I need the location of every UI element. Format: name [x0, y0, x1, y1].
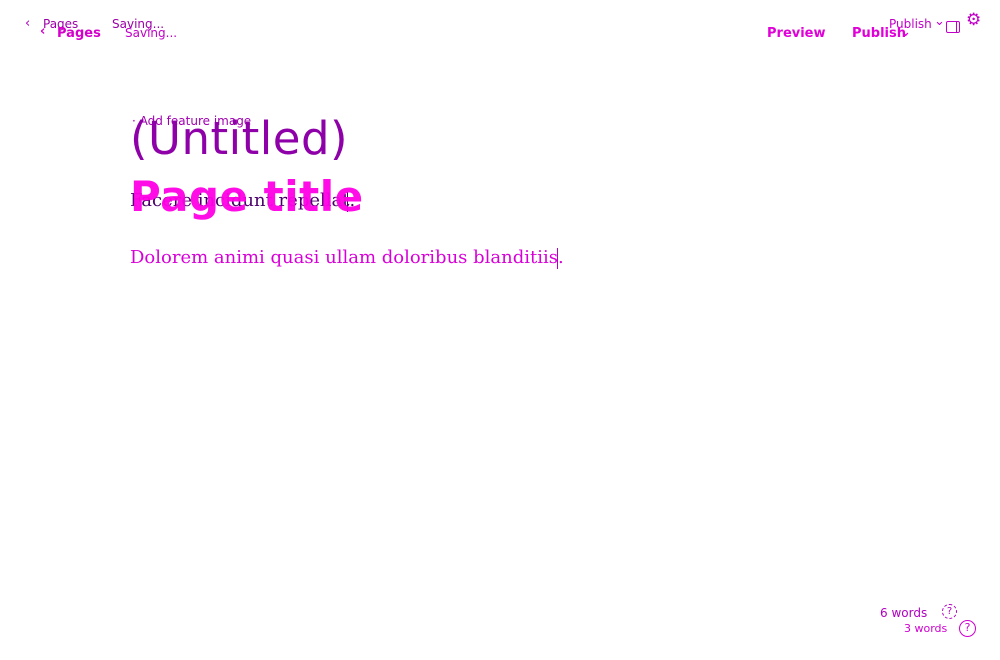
text-cursor: [557, 248, 558, 269]
word-count: 3 words: [904, 622, 948, 635]
help-icon[interactable]: ?: [959, 620, 976, 637]
back-chevron-icon[interactable]: ‹: [40, 24, 45, 39]
page-title-input[interactable]: Page title: [130, 172, 364, 221]
saving-status: Saving...: [125, 26, 178, 40]
paragraph-block[interactable]: Dolorem animi quasi ullam doloribus blan…: [130, 247, 564, 268]
preview-button[interactable]: Preview: [767, 26, 826, 41]
pages-link[interactable]: Pages: [57, 26, 101, 41]
main-layer: ‹ Pages Saving... Preview Publish ⌄ Page…: [0, 0, 1000, 660]
chevron-down-icon[interactable]: ⌄: [900, 25, 911, 40]
publish-button[interactable]: Publish: [852, 26, 906, 41]
editor-page: ‹ Pages Saving... Publish ⌄ ⚙ · Add feat…: [0, 0, 1000, 660]
